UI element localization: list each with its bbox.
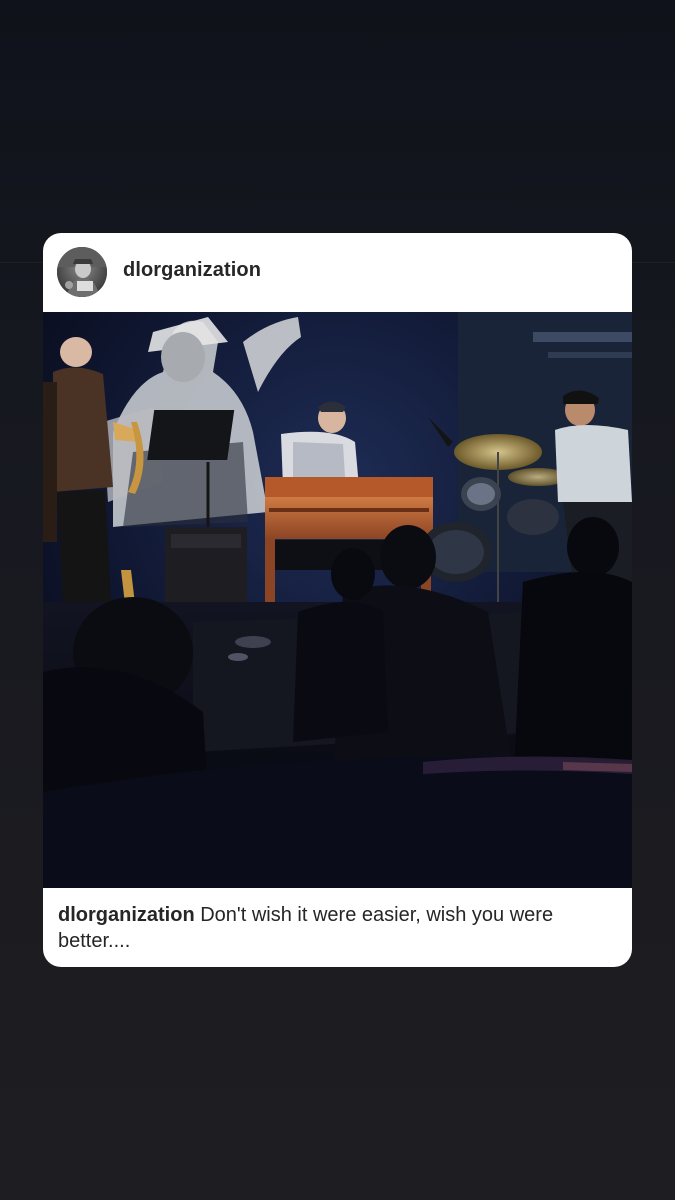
avatar[interactable]	[57, 247, 107, 297]
post-image[interactable]	[43, 312, 632, 888]
post-username[interactable]: dlorganization	[123, 259, 261, 282]
profile-photo-avatar-icon	[57, 247, 107, 297]
concert-photo-icon	[43, 312, 632, 888]
post-caption: dlorganization Don't wish it were easier…	[58, 902, 618, 954]
shared-post-card[interactable]: dlorganization dlorganization Don't wish…	[43, 233, 632, 967]
caption-username[interactable]: dlorganization	[58, 904, 195, 926]
post-header: dlorganization	[43, 233, 632, 312]
